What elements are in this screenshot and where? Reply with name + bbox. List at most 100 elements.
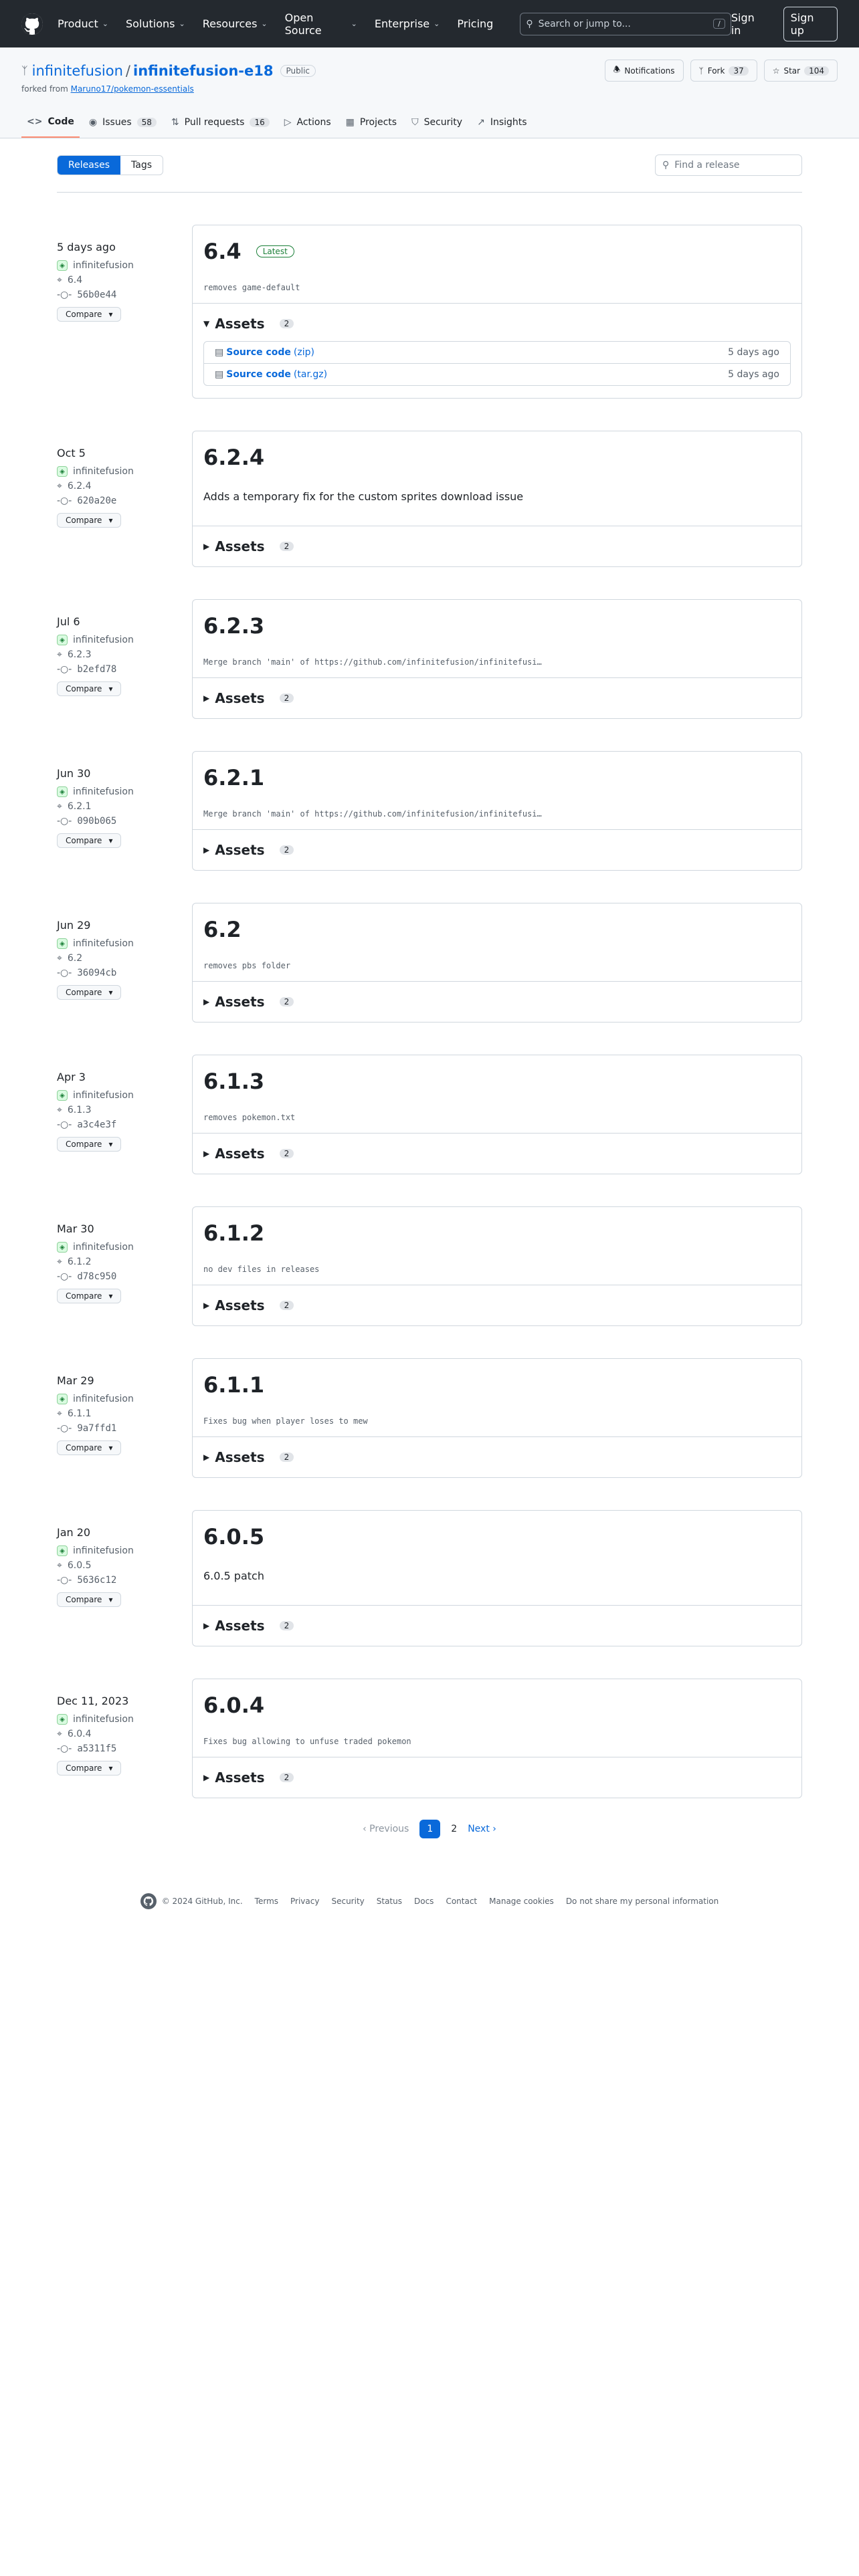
release-title-link[interactable]: 6.2.4	[203, 445, 264, 470]
assets-toggle[interactable]: ▶ Assets 2	[203, 1449, 791, 1465]
release-commit[interactable]: -○- a5311f5	[57, 1743, 192, 1754]
asset-name[interactable]: Source code	[226, 369, 291, 380]
sign-up-button[interactable]: Sign up	[783, 6, 838, 41]
top-nav-product[interactable]: Product ⌄	[58, 11, 108, 37]
compare-button[interactable]: Compare ▾	[57, 833, 122, 848]
release-tag[interactable]: ⌖ 6.2.3	[57, 649, 192, 660]
release-title-link[interactable]: 6.1.1	[203, 1372, 264, 1398]
asset-row[interactable]: ▤ Source code (tar.gz) 5 days ago	[204, 363, 790, 385]
assets-toggle[interactable]: ▶ Assets 2	[203, 690, 791, 706]
release-author[interactable]: ◈ infinitefusion	[57, 466, 192, 477]
next-page-link[interactable]: Next ›	[468, 1824, 496, 1834]
footer-link-privacy[interactable]: Privacy	[290, 1897, 319, 1906]
release-author[interactable]: ◈ infinitefusion	[57, 786, 192, 797]
footer-link-status[interactable]: Status	[377, 1897, 402, 1906]
assets-toggle[interactable]: ▶ Assets 2	[203, 842, 791, 858]
star-button[interactable]: ☆ Star 104	[763, 60, 838, 82]
footer-link-manage-cookies[interactable]: Manage cookies	[489, 1897, 554, 1906]
release-commit[interactable]: -○- b2efd78	[57, 664, 192, 675]
tab-issues[interactable]: ◉ Issues 58	[84, 110, 162, 138]
top-nav-solutions[interactable]: Solutions ⌄	[126, 11, 185, 37]
page-1-link[interactable]: 1	[419, 1820, 441, 1838]
release-tag[interactable]: ⌖ 6.1.3	[57, 1105, 192, 1115]
release-author[interactable]: ◈ infinitefusion	[57, 1090, 192, 1101]
release-tag[interactable]: ⌖ 6.2	[57, 953, 192, 964]
release-tag[interactable]: ⌖ 6.2.4	[57, 481, 192, 492]
assets-toggle[interactable]: ▶ Assets 2	[203, 1769, 791, 1786]
release-title-link[interactable]: 6.4	[203, 239, 242, 264]
compare-button[interactable]: Compare ▾	[57, 681, 122, 696]
find-release-input[interactable]: ⚲ Find a release	[655, 154, 802, 176]
compare-button[interactable]: Compare ▾	[57, 1592, 122, 1607]
repo-owner-link[interactable]: infinitefusion	[32, 63, 123, 79]
tab-projects[interactable]: ▦ Projects	[341, 110, 402, 138]
release-title-link[interactable]: 6.2	[203, 917, 242, 942]
page-2-link[interactable]: 2	[451, 1824, 457, 1834]
asset-row[interactable]: ▤ Source code (zip) 5 days ago	[204, 342, 790, 363]
release-author[interactable]: ◈ infinitefusion	[57, 1242, 192, 1253]
release-author[interactable]: ◈ infinitefusion	[57, 1545, 192, 1556]
sign-in-link[interactable]: Sign in	[731, 11, 767, 37]
footer-link-docs[interactable]: Docs	[414, 1897, 434, 1906]
compare-button[interactable]: Compare ▾	[57, 1137, 122, 1152]
compare-button[interactable]: Compare ▾	[57, 513, 122, 528]
tab-security[interactable]: ⛉ Security	[406, 110, 468, 138]
fork-button[interactable]: ᛉ Fork 37	[690, 60, 757, 82]
tab-insights[interactable]: ↗ Insights	[472, 110, 532, 138]
footer-link-contact[interactable]: Contact	[446, 1897, 477, 1906]
release-title-link[interactable]: 6.0.5	[203, 1524, 264, 1549]
top-nav-enterprise[interactable]: Enterprise ⌄	[375, 11, 440, 37]
compare-button[interactable]: Compare ▾	[57, 985, 122, 1000]
assets-toggle[interactable]: ▶ Assets 2	[203, 1297, 791, 1313]
footer-link-security[interactable]: Security	[331, 1897, 364, 1906]
release-author[interactable]: ◈ infinitefusion	[57, 1714, 192, 1725]
release-tag[interactable]: ⌖ 6.1.1	[57, 1408, 192, 1419]
github-logo-icon[interactable]	[21, 13, 43, 35]
release-commit[interactable]: -○- 5636c12	[57, 1575, 192, 1586]
release-commit[interactable]: -○- a3c4e3f	[57, 1119, 192, 1130]
release-commit[interactable]: -○- 56b0e44	[57, 290, 192, 300]
release-title-link[interactable]: 6.0.4	[203, 1693, 264, 1718]
footer-link-terms[interactable]: Terms	[255, 1897, 278, 1906]
tab-pull-requests[interactable]: ⇅ Pull requests 16	[166, 110, 275, 138]
release-tag[interactable]: ⌖ 6.0.5	[57, 1560, 192, 1571]
compare-button[interactable]: Compare ▾	[57, 1440, 122, 1455]
search-input[interactable]: ⚲ Search or jump to... /	[520, 12, 731, 35]
top-nav-pricing[interactable]: Pricing	[457, 11, 493, 37]
asset-name[interactable]: Source code	[226, 347, 291, 358]
release-tag[interactable]: ⌖ 6.4	[57, 275, 192, 286]
assets-toggle[interactable]: ▶ Assets 2	[203, 1146, 791, 1162]
release-tag[interactable]: ⌖ 6.1.2	[57, 1257, 192, 1267]
release-commit[interactable]: -○- 36094cb	[57, 968, 192, 978]
tags-toggle[interactable]: Tags	[120, 156, 163, 175]
releases-toggle[interactable]: Releases	[58, 156, 120, 175]
release-title-link[interactable]: 6.1.3	[203, 1069, 264, 1094]
assets-toggle[interactable]: ▶ Assets 2	[203, 1618, 791, 1634]
release-commit[interactable]: -○- 620a20e	[57, 496, 192, 506]
release-tag[interactable]: ⌖ 6.0.4	[57, 1729, 192, 1739]
release-title-link[interactable]: 6.2.3	[203, 613, 264, 639]
compare-button[interactable]: Compare ▾	[57, 1289, 122, 1303]
notifications-button[interactable]: 🕭 Notifications	[604, 60, 684, 82]
release-commit[interactable]: -○- 090b065	[57, 816, 192, 827]
footer-link-do-not-share-my-personal-information[interactable]: Do not share my personal information	[566, 1897, 719, 1906]
tab-actions[interactable]: ▷ Actions	[279, 110, 337, 138]
release-author[interactable]: ◈ infinitefusion	[57, 938, 192, 949]
release-tag[interactable]: ⌖ 6.2.1	[57, 801, 192, 812]
release-author[interactable]: ◈ infinitefusion	[57, 260, 192, 271]
release-commit[interactable]: -○- d78c950	[57, 1271, 192, 1282]
top-nav-open-source[interactable]: Open Source ⌄	[285, 11, 357, 37]
release-title-link[interactable]: 6.1.2	[203, 1220, 264, 1246]
release-commit[interactable]: -○- 9a7ffd1	[57, 1423, 192, 1434]
forked-from-link[interactable]: Maruno17/pokemon-essentials	[71, 84, 194, 94]
release-title-link[interactable]: 6.2.1	[203, 765, 264, 790]
release-author[interactable]: ◈ infinitefusion	[57, 1394, 192, 1404]
assets-toggle[interactable]: ▼ Assets 2	[203, 316, 791, 332]
assets-toggle[interactable]: ▶ Assets 2	[203, 538, 791, 554]
compare-button[interactable]: Compare ▾	[57, 1761, 122, 1776]
repo-name-link[interactable]: infinitefusion-e18	[133, 63, 274, 79]
top-nav-resources[interactable]: Resources ⌄	[203, 11, 268, 37]
release-author[interactable]: ◈ infinitefusion	[57, 635, 192, 645]
compare-button[interactable]: Compare ▾	[57, 307, 122, 322]
assets-toggle[interactable]: ▶ Assets 2	[203, 994, 791, 1010]
